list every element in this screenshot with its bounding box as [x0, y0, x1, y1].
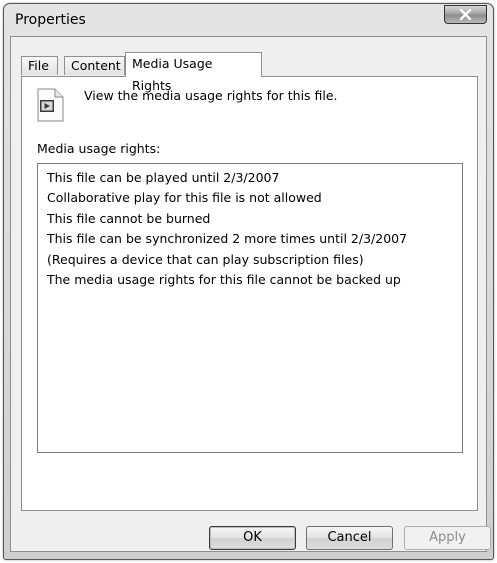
dialog-client-area: File Content Media Usage Rights View the…: [10, 36, 491, 552]
tab-media-usage-rights[interactable]: Media Usage Rights: [125, 52, 262, 93]
ok-button[interactable]: OK: [209, 526, 296, 550]
list-item: The media usage rights for this file can…: [47, 272, 401, 288]
window-title: Properties: [15, 12, 86, 28]
list-item: This file can be synchronized 2 more tim…: [47, 231, 408, 247]
list-item: This file can be played until 2/3/2007: [47, 170, 280, 185]
apply-button[interactable]: Apply: [404, 526, 491, 550]
media-document-icon: [37, 88, 64, 122]
list-item: This file cannot be burned: [47, 210, 211, 226]
tab-content[interactable]: Content: [64, 56, 125, 75]
properties-dialog: Properties File Content Media Usage Righ…: [3, 3, 494, 560]
rights-list[interactable]: This file can be played until 2/3/2007 C…: [37, 163, 463, 453]
panel-description: View the media usage rights for this fil…: [84, 88, 338, 103]
title-bar[interactable]: Properties: [4, 4, 493, 36]
media-usage-rights-panel: View the media usage rights for this fil…: [21, 76, 478, 511]
tab-file[interactable]: File: [21, 56, 58, 75]
close-button[interactable]: [444, 5, 487, 24]
list-item: (Requires a device that can play subscri…: [47, 251, 364, 267]
close-x-icon: [459, 9, 472, 20]
list-item: Collaborative play for this file is not …: [47, 190, 322, 206]
cancel-button[interactable]: Cancel: [306, 526, 393, 550]
rights-label: Media usage rights:: [37, 141, 161, 156]
